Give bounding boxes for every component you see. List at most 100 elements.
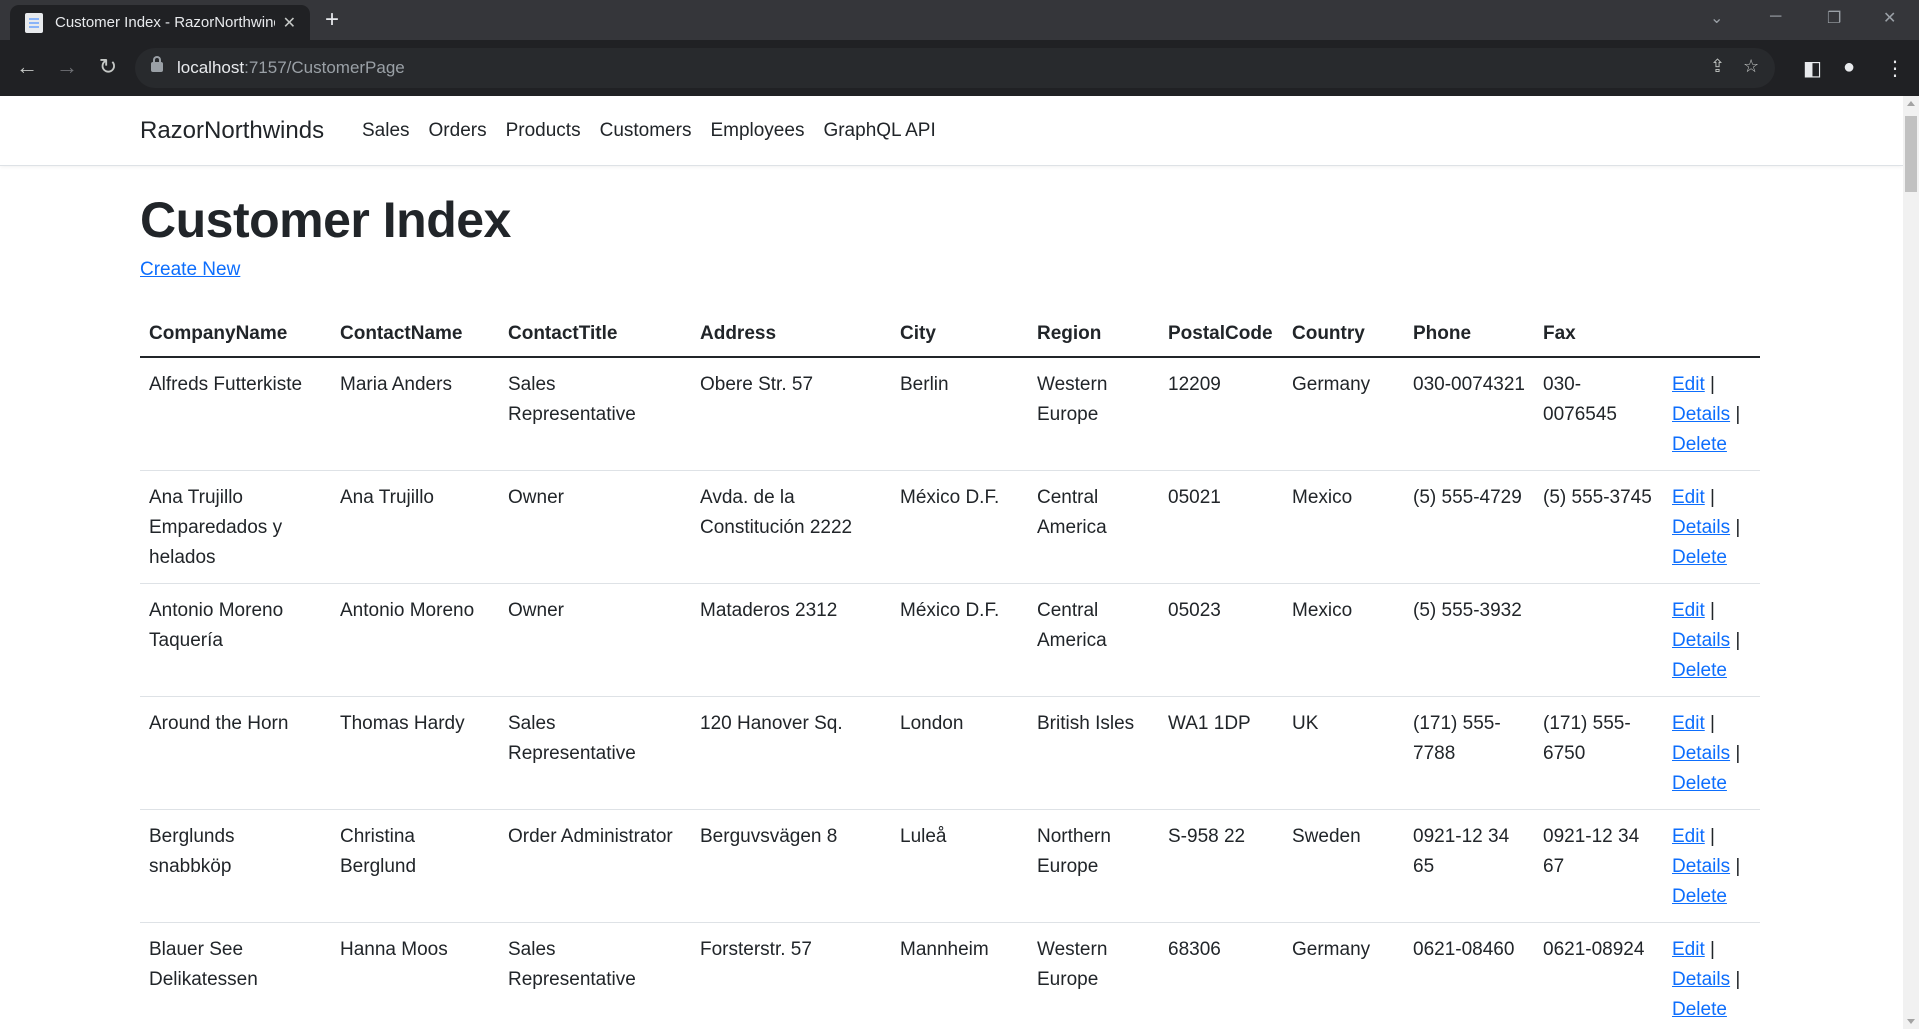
page-scrollbar[interactable]	[1903, 96, 1919, 1029]
details-link[interactable]: Details	[1672, 404, 1730, 425]
side-panel-icon[interactable]: ◧	[1803, 56, 1822, 81]
action-separator: |	[1735, 517, 1741, 538]
main-content: Customer Index Create New CompanyName Co…	[140, 191, 1760, 1029]
table-row: Antonio Moreno Taquería Antonio Moreno Own…	[140, 583, 1760, 697]
column-header: Phone	[1404, 311, 1534, 358]
table-cell-companyname: Blauer See Delikatessen	[140, 922, 331, 1029]
delete-link[interactable]: Delete	[1672, 434, 1727, 455]
browser-titlebar: Customer Index - RazorNorthwinds ✕ + ⌄ ─…	[0, 0, 1919, 40]
column-header: ContactName	[331, 311, 499, 358]
action-separator: |	[1710, 600, 1715, 621]
table-cell-phone: 0921-12 34 65	[1404, 809, 1534, 923]
scroll-down-arrow-icon[interactable]	[1907, 1019, 1915, 1024]
table-cell-address: Obere Str. 57	[691, 357, 891, 471]
delete-link[interactable]: Delete	[1672, 547, 1727, 568]
close-window-icon[interactable]: ✕	[1883, 8, 1896, 28]
address-bar[interactable]: localhost:7157/CustomerPage ⇪ ☆	[135, 48, 1775, 88]
table-cell-companyname: Berglunds snabbköp	[140, 809, 331, 923]
table-row: Blauer See Delikatessen Hanna Moos Sales R…	[140, 922, 1760, 1029]
nav-link-customers[interactable]: Customers	[600, 120, 692, 142]
table-cell-contactname: Thomas Hardy	[331, 696, 499, 810]
table-cell-city: Mannheim	[891, 922, 1028, 1029]
table-cell-phone: 030-0074321	[1404, 357, 1534, 471]
minimize-icon[interactable]: ─	[1770, 8, 1781, 26]
edit-link[interactable]: Edit	[1672, 600, 1705, 621]
table-cell-postalcode: 05021	[1159, 470, 1283, 584]
row-actions: Edit | Details | Delete	[1663, 470, 1760, 584]
table-cell-country: UK	[1283, 696, 1404, 810]
back-icon[interactable]: ←	[13, 54, 41, 80]
table-cell-contactname: Antonio Moreno	[331, 583, 499, 697]
details-link[interactable]: Details	[1672, 743, 1730, 764]
table-cell-city: London	[891, 696, 1028, 810]
browser-toolbar: ← → ↻ localhost:7157/CustomerPage ⇪ ☆ ◧ …	[0, 40, 1919, 96]
create-new-link[interactable]: Create New	[140, 259, 240, 281]
details-link[interactable]: Details	[1672, 630, 1730, 651]
details-link[interactable]: Details	[1672, 517, 1730, 538]
bookmark-star-icon[interactable]: ☆	[1743, 56, 1759, 77]
edit-link[interactable]: Edit	[1672, 487, 1705, 508]
table-cell-region: Northern Europe	[1028, 809, 1159, 923]
table-cell-fax: 030-0076545	[1534, 357, 1663, 471]
scroll-up-arrow-icon[interactable]	[1907, 101, 1915, 106]
edit-link[interactable]: Edit	[1672, 826, 1705, 847]
table-cell-address: Berguvsvägen 8	[691, 809, 891, 923]
forward-icon[interactable]: →	[53, 54, 81, 80]
table-cell-fax: 0921-12 34 67	[1534, 809, 1663, 923]
nav-link-products[interactable]: Products	[506, 120, 581, 142]
table-cell-region: Central America	[1028, 583, 1159, 697]
delete-link[interactable]: Delete	[1672, 773, 1727, 794]
close-tab-icon[interactable]: ✕	[283, 13, 296, 33]
table-cell-contacttitle: Sales Representative	[499, 357, 691, 471]
table-cell-country: Mexico	[1283, 583, 1404, 697]
browser-tab[interactable]: Customer Index - RazorNorthwinds ✕	[10, 5, 310, 40]
table-cell-contactname: Ana Trujillo	[331, 470, 499, 584]
action-separator: |	[1710, 374, 1715, 395]
action-separator: |	[1710, 826, 1715, 847]
table-cell-fax: 0621-08924	[1534, 922, 1663, 1029]
scroll-thumb[interactable]	[1905, 116, 1917, 192]
column-header: CompanyName	[140, 311, 331, 358]
nav-link-graphql-api[interactable]: GraphQL API	[823, 120, 935, 142]
details-link[interactable]: Details	[1672, 856, 1730, 877]
new-tab-icon[interactable]: +	[325, 6, 339, 34]
nav-link-sales[interactable]: Sales	[362, 120, 410, 142]
table-cell-contactname: Maria Anders	[331, 357, 499, 471]
actions-header	[1663, 311, 1760, 358]
lock-icon[interactable]	[151, 56, 163, 72]
delete-link[interactable]: Delete	[1672, 886, 1727, 907]
tab-search-icon[interactable]: ⌄	[1710, 8, 1723, 28]
table-cell-phone: (171) 555-7788	[1404, 696, 1534, 810]
edit-link[interactable]: Edit	[1672, 713, 1705, 734]
tab-title: Customer Index - RazorNorthwinds	[55, 14, 275, 31]
delete-link[interactable]: Delete	[1672, 999, 1727, 1020]
table-cell-region: Western Europe	[1028, 357, 1159, 471]
table-cell-address: 120 Hanover Sq.	[691, 696, 891, 810]
table-cell-city: Berlin	[891, 357, 1028, 471]
table-row: Berglunds snabbköp Christina Berglund Orde…	[140, 809, 1760, 923]
nav-link-orders[interactable]: Orders	[429, 120, 487, 142]
table-cell-companyname: Alfreds Futterkiste	[140, 357, 331, 471]
table-cell-companyname: Around the Horn	[140, 696, 331, 810]
restore-icon[interactable]: ❐	[1827, 8, 1841, 28]
column-header: Address	[691, 311, 891, 358]
delete-link[interactable]: Delete	[1672, 660, 1727, 681]
details-link[interactable]: Details	[1672, 969, 1730, 990]
nav-link-employees[interactable]: Employees	[710, 120, 804, 142]
table-cell-postalcode: 12209	[1159, 357, 1283, 471]
web-page: RazorNorthwinds Sales Orders Products Cu…	[0, 96, 1903, 1029]
reload-icon[interactable]: ↻	[94, 54, 122, 80]
edit-link[interactable]: Edit	[1672, 374, 1705, 395]
action-separator: |	[1735, 630, 1741, 651]
column-header: PostalCode	[1159, 311, 1283, 358]
table-cell-phone: (5) 555-3932	[1404, 583, 1534, 697]
site-brand[interactable]: RazorNorthwinds	[140, 117, 324, 145]
menu-icon[interactable]: ⋮	[1885, 56, 1905, 81]
share-icon[interactable]: ⇪	[1710, 56, 1725, 77]
table-cell-contacttitle: Owner	[499, 470, 691, 584]
table-cell-contacttitle: Owner	[499, 583, 691, 697]
edit-link[interactable]: Edit	[1672, 939, 1705, 960]
profile-icon[interactable]: ●	[1843, 56, 1855, 79]
url-text[interactable]: localhost:7157/CustomerPage	[177, 58, 405, 78]
action-separator: |	[1735, 969, 1741, 990]
